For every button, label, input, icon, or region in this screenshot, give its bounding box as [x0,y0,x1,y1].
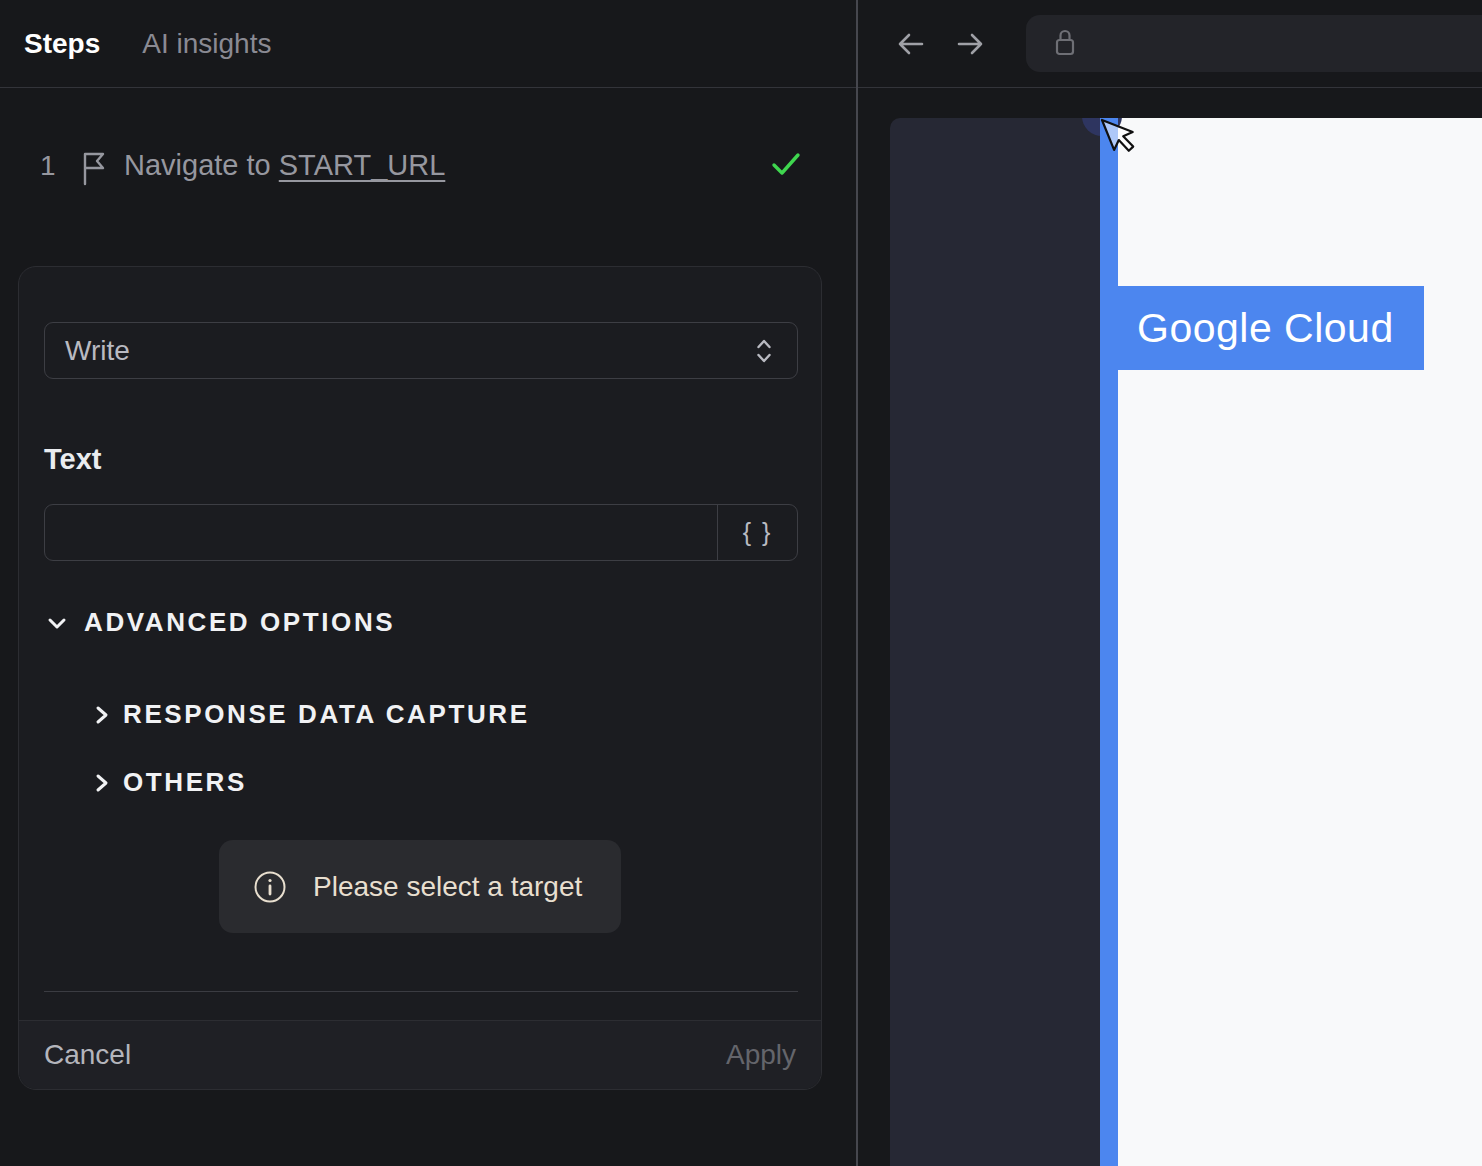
action-select[interactable]: Write [44,322,798,379]
others-label: OTHERS [123,767,247,798]
flag-icon [80,150,108,190]
apply-button[interactable]: Apply [726,1039,796,1071]
step-success-icon [769,148,803,186]
step-title-text: Navigate to [124,149,271,181]
mouse-cursor [1097,117,1143,163]
select-target-text: Please select a target [313,871,582,903]
chevron-right-icon [91,702,113,728]
left-topbar: Steps AI insights [0,0,857,88]
text-input-group: { } [44,504,798,561]
lock-icon [1052,26,1078,60]
step-title: Navigate to START_URL [124,149,445,182]
insert-variable-button[interactable]: { } [718,505,797,560]
selection-stripe [1100,118,1118,1166]
text-field-label: Text [44,443,101,476]
chevron-down-icon [44,610,70,636]
app-root: Steps AI insights 1 Navigate to START_UR… [0,0,1482,1166]
others-toggle[interactable]: OTHERS [91,767,247,798]
steps-panel: Steps AI insights 1 Navigate to START_UR… [0,0,857,1166]
rendered-page: Google Cloud [890,118,1482,1166]
cancel-button[interactable]: Cancel [44,1039,131,1071]
info-icon [253,870,287,904]
address-bar[interactable] [1026,15,1482,72]
tab-steps[interactable]: Steps [24,28,100,60]
page-light-region [1117,118,1482,1166]
step-config-card: Write Text { } ADVANCED OPTIONS [18,266,822,1090]
response-data-capture-label: RESPONSE DATA CAPTURE [123,699,530,730]
action-select-value: Write [65,335,751,367]
browser-viewport: Google Cloud [858,88,1482,1166]
select-target-hint: Please select a target [219,840,621,933]
chevron-right-icon [91,770,113,796]
response-data-capture-toggle[interactable]: RESPONSE DATA CAPTURE [91,699,530,730]
card-footer: Cancel Apply [19,1020,821,1089]
back-arrow-icon[interactable] [892,28,932,60]
forward-arrow-icon[interactable] [949,28,989,60]
page-dark-region [890,118,1120,1166]
text-input[interactable] [45,505,718,560]
browser-panel: Google Cloud [858,0,1482,1166]
tab-ai-insights[interactable]: AI insights [142,28,271,60]
card-divider [44,991,798,992]
advanced-options-toggle[interactable]: ADVANCED OPTIONS [44,607,395,638]
step-start-url-link[interactable]: START_URL [279,149,446,181]
step-row[interactable]: 1 Navigate to START_URL [0,148,857,188]
google-cloud-logo-text: Google Cloud [1137,305,1394,352]
browser-chrome [858,0,1482,88]
google-cloud-logo-highlight[interactable]: Google Cloud [1117,286,1424,370]
step-number: 1 [40,150,56,182]
unfold-icon [751,334,777,368]
advanced-options-label: ADVANCED OPTIONS [84,607,395,638]
